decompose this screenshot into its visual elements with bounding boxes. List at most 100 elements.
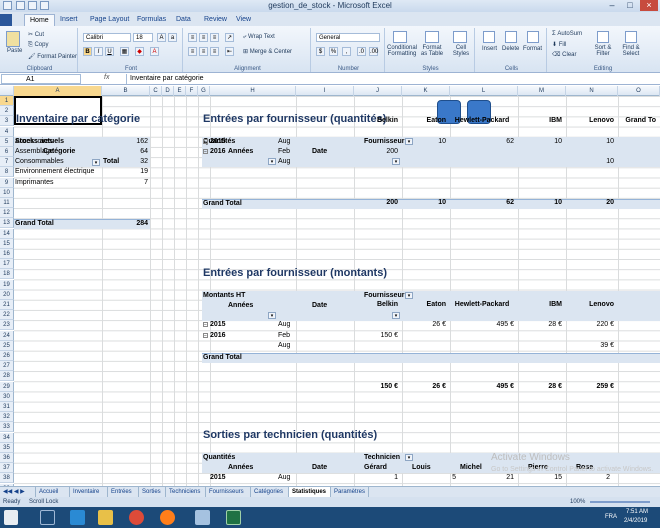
shrink-font-button[interactable]: a bbox=[168, 33, 177, 42]
sheet-tab[interactable]: Entrées bbox=[108, 487, 139, 497]
row-header[interactable]: 34 bbox=[0, 433, 14, 443]
font-color-icon[interactable]: A bbox=[150, 47, 159, 56]
row-header[interactable]: 7 bbox=[0, 157, 14, 167]
row-header[interactable]: 28 bbox=[0, 371, 14, 381]
zoom-level[interactable]: 100% bbox=[570, 497, 585, 507]
tab-page-layout[interactable]: Page Layout bbox=[85, 14, 134, 26]
row-header[interactable]: 6 bbox=[0, 147, 14, 157]
sheet-tab[interactable]: Paramètres bbox=[331, 487, 369, 497]
paste-icon[interactable] bbox=[6, 31, 20, 47]
copy-button[interactable]: ⎘ Copy bbox=[28, 42, 48, 49]
firefox-icon[interactable] bbox=[160, 510, 175, 525]
row-header[interactable]: 10 bbox=[0, 188, 14, 198]
find-select-button[interactable]: Find & Select bbox=[619, 45, 643, 57]
bold-button[interactable]: B bbox=[83, 47, 92, 56]
insert-cells-icon[interactable] bbox=[483, 31, 495, 43]
borders-icon[interactable]: ▦ bbox=[120, 47, 129, 56]
row-header[interactable]: 1 bbox=[0, 96, 14, 106]
formula-input[interactable]: Inventaire par catégorie bbox=[126, 74, 660, 84]
supplier-dropdown-icon[interactable]: ▾ bbox=[405, 292, 413, 299]
merge-center-button[interactable]: ⊞ Merge & Center bbox=[243, 48, 292, 55]
percent-icon[interactable]: % bbox=[329, 47, 338, 56]
sheet-tab[interactable]: Statistiques bbox=[289, 487, 331, 497]
row-header[interactable]: 17 bbox=[0, 259, 14, 269]
tab-review[interactable]: Review bbox=[199, 14, 232, 26]
column-header-d[interactable]: D bbox=[162, 86, 174, 96]
collapse-toggle-icon[interactable]: − bbox=[203, 137, 209, 147]
close-button[interactable]: × bbox=[640, 0, 658, 11]
tab-view[interactable]: View bbox=[231, 14, 256, 26]
years-dropdown-icon[interactable]: ▾ bbox=[268, 312, 276, 319]
delete-button[interactable]: Delete bbox=[502, 46, 519, 52]
align-bottom-icon[interactable]: ≡ bbox=[210, 33, 219, 42]
column-header-c[interactable]: C bbox=[150, 86, 162, 96]
collapse-toggle-icon[interactable]: − bbox=[203, 331, 209, 341]
row-header[interactable]: 32 bbox=[0, 412, 14, 422]
row-header[interactable]: 29 bbox=[0, 382, 14, 392]
column-header-b[interactable]: B bbox=[102, 86, 150, 96]
start-windows-icon[interactable] bbox=[4, 510, 18, 525]
minimize-button[interactable]: – bbox=[603, 0, 621, 11]
sheet-tab[interactable]: Inventaire bbox=[70, 487, 108, 497]
date-filter-icon[interactable]: ▾ bbox=[392, 158, 400, 165]
find-select-icon[interactable] bbox=[625, 31, 637, 43]
indent-icon[interactable]: ⇤ bbox=[225, 47, 234, 56]
years-dropdown-icon[interactable]: ▾ bbox=[268, 158, 276, 165]
orientation-icon[interactable]: ↗ bbox=[225, 33, 234, 42]
wrap-text-button[interactable]: ⤶ Wrap Text bbox=[243, 34, 275, 41]
align-center-icon[interactable]: ≡ bbox=[199, 47, 208, 56]
fill-button[interactable]: ⬇ Fill bbox=[552, 41, 566, 48]
filter-dropdown-icon[interactable]: ▾ bbox=[92, 159, 100, 166]
paste-button[interactable]: Paste bbox=[7, 48, 22, 54]
row-header[interactable]: 31 bbox=[0, 402, 14, 412]
row-header[interactable]: 24 bbox=[0, 331, 14, 341]
row-header[interactable]: 8 bbox=[0, 167, 14, 177]
column-header-e[interactable]: E bbox=[174, 86, 186, 96]
row-header[interactable]: 21 bbox=[0, 300, 14, 310]
row-header[interactable]: 4 bbox=[0, 127, 14, 137]
row-header[interactable]: 33 bbox=[0, 422, 14, 432]
format-table-icon[interactable] bbox=[425, 31, 439, 43]
row-header[interactable]: 3 bbox=[0, 116, 14, 126]
row-header[interactable]: 23 bbox=[0, 320, 14, 330]
sheet-tab[interactable]: Catégories bbox=[251, 487, 289, 497]
row-header[interactable]: 18 bbox=[0, 269, 14, 279]
row-header[interactable]: 15 bbox=[0, 239, 14, 249]
sheet-tab[interactable]: Techniciens bbox=[166, 487, 206, 497]
clear-button[interactable]: ⌫ Clear bbox=[552, 51, 577, 58]
column-header-j[interactable]: J bbox=[354, 86, 402, 96]
row-header[interactable]: 35 bbox=[0, 443, 14, 453]
cell-styles-icon[interactable] bbox=[453, 31, 467, 43]
sort-filter-icon[interactable] bbox=[597, 31, 609, 43]
number-format-combo[interactable]: General bbox=[316, 33, 380, 42]
italic-button[interactable]: I bbox=[94, 47, 103, 56]
column-header-m[interactable]: M bbox=[518, 86, 566, 96]
explorer-icon[interactable] bbox=[40, 510, 55, 525]
tab-home[interactable]: Home bbox=[24, 14, 55, 26]
collapse-toggle-icon[interactable]: − bbox=[203, 320, 209, 330]
sort-filter-button[interactable]: Sort & Filter bbox=[591, 45, 615, 57]
format-as-table-button[interactable]: Format as Table bbox=[419, 45, 445, 57]
column-header-i[interactable]: I bbox=[296, 86, 354, 96]
column-header-f[interactable]: F bbox=[186, 86, 198, 96]
select-all-corner[interactable] bbox=[0, 86, 14, 96]
tab-insert[interactable]: Insert bbox=[55, 14, 83, 26]
sheet-tab[interactable]: Accueil bbox=[36, 487, 70, 497]
format-painter-button[interactable]: 🖌 Format Painter bbox=[28, 53, 77, 60]
grow-font-button[interactable]: A bbox=[157, 33, 166, 42]
row-header[interactable]: 5 bbox=[0, 137, 14, 147]
chrome-icon[interactable] bbox=[129, 510, 144, 525]
row-header[interactable]: 27 bbox=[0, 361, 14, 371]
row-header[interactable]: 30 bbox=[0, 392, 14, 402]
computer-icon[interactable] bbox=[70, 510, 85, 525]
insert-button[interactable]: Insert bbox=[482, 46, 497, 52]
format-button[interactable]: Format bbox=[523, 46, 542, 52]
language-indicator[interactable]: FRA bbox=[605, 514, 617, 520]
column-header-h[interactable]: H bbox=[210, 86, 296, 96]
row-header[interactable]: 25 bbox=[0, 341, 14, 351]
column-header-l[interactable]: L bbox=[450, 86, 518, 96]
cut-button[interactable]: ✂ Cut bbox=[28, 31, 44, 38]
row-header[interactable]: 16 bbox=[0, 249, 14, 259]
decrease-decimal-icon[interactable]: .00 bbox=[369, 47, 378, 56]
row-header[interactable]: 38 bbox=[0, 473, 14, 483]
